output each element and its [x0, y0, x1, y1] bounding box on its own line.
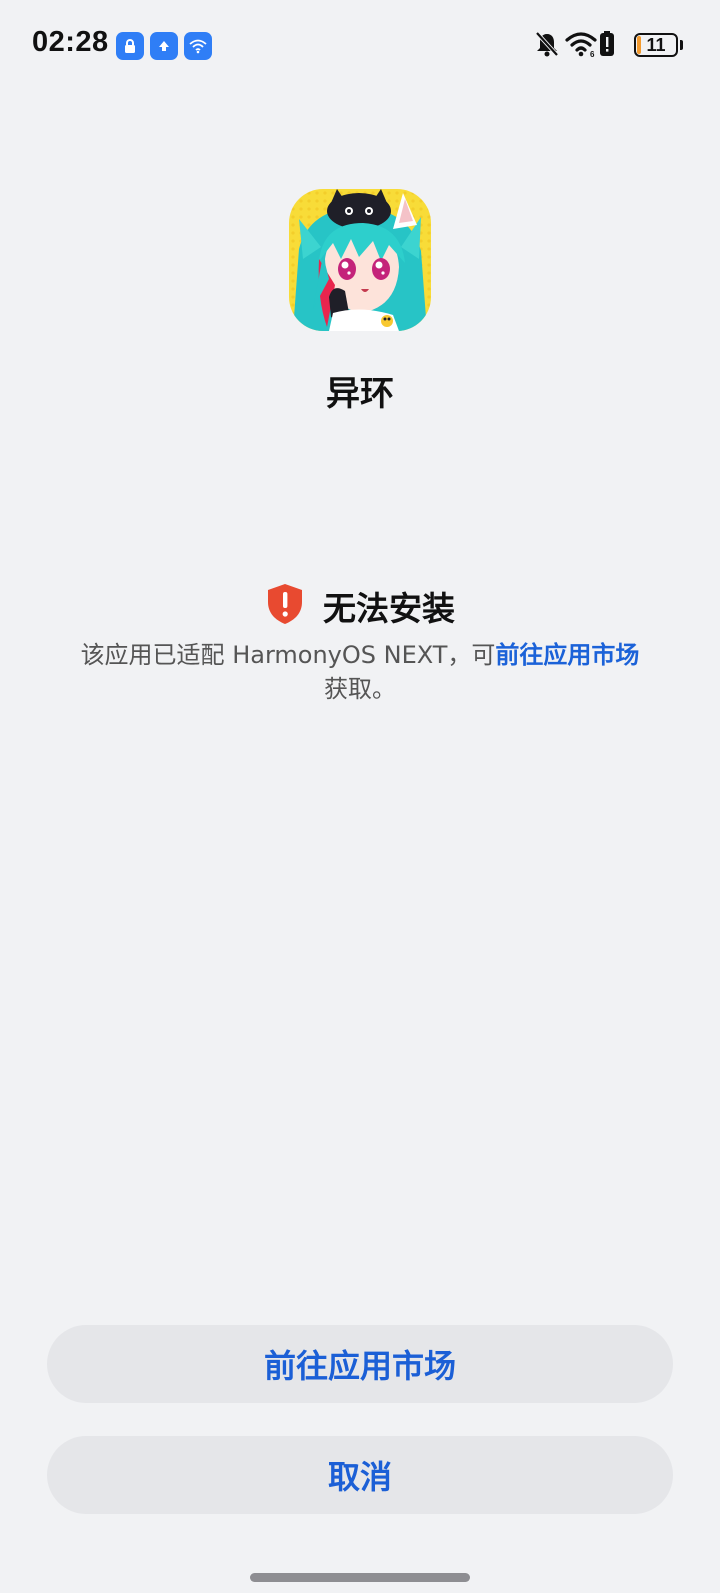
- app-name: 异环: [326, 374, 394, 414]
- battery-fill: [637, 36, 641, 54]
- go-to-app-market-button[interactable]: 前往应用市场: [47, 1325, 673, 1403]
- status-time: 02:28: [32, 26, 109, 58]
- battery-level: 11: [646, 34, 666, 55]
- home-indicator[interactable]: [250, 1573, 470, 1582]
- error-title: 无法安装: [323, 589, 455, 628]
- error-desc-prefix: 该应用已适配 HarmonyOS NEXT，可: [80, 641, 496, 669]
- app-icon: [289, 189, 431, 331]
- lock-app-icon: [116, 32, 144, 60]
- battery-icon: 11: [634, 33, 678, 57]
- error-header: 无法安装: [0, 582, 720, 630]
- cancel-button[interactable]: 取消: [47, 1436, 673, 1514]
- wifi-signal-icon: 6: [565, 30, 599, 58]
- wifi-app-icon: [184, 32, 212, 60]
- bell-muted-icon: [534, 30, 560, 58]
- battery-cap: [680, 40, 683, 50]
- battery-alert-icon: [599, 30, 615, 58]
- svg-text:6: 6: [590, 50, 595, 58]
- upload-app-icon: [150, 32, 178, 60]
- error-description: 该应用已适配 HarmonyOS NEXT，可前往应用市场 获取。: [50, 638, 670, 706]
- status-bar: 02:28 6 11: [0, 0, 720, 90]
- app-market-link[interactable]: 前往应用市场: [495, 641, 639, 669]
- error-desc-suffix: 获取。: [324, 675, 396, 703]
- shield-alert-icon: [265, 582, 305, 630]
